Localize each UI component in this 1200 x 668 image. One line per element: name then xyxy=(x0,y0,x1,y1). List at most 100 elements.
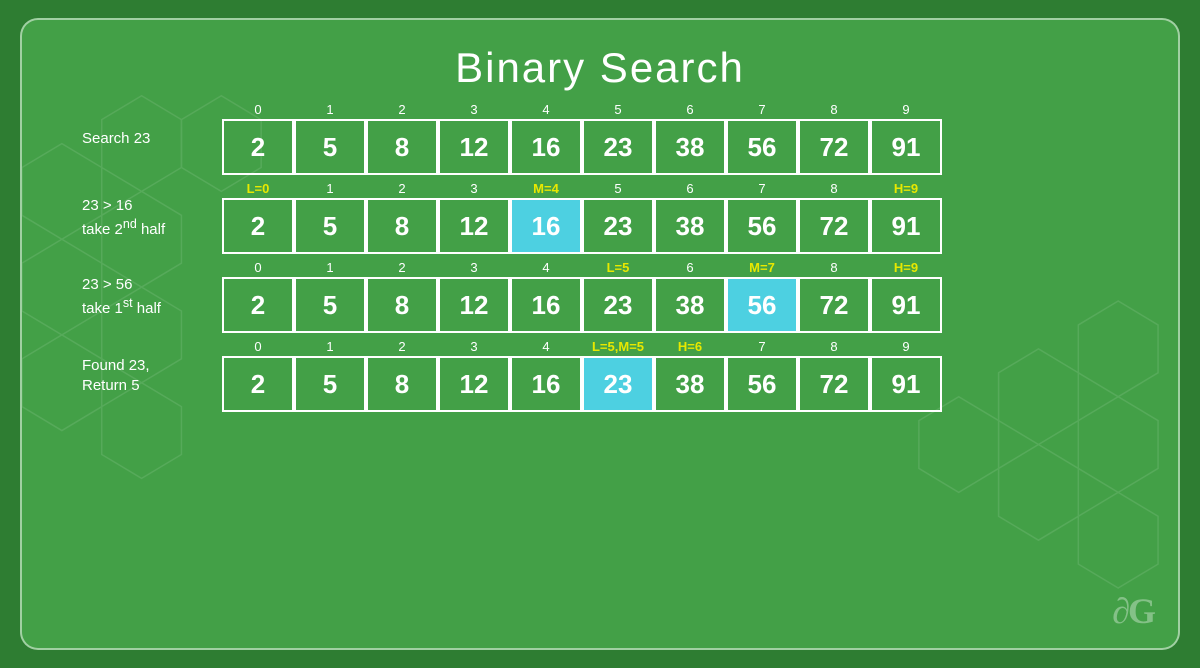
row-group-3: Found 23,Return 501234L=5,M=5H=678925812… xyxy=(82,339,1138,412)
value-cell-2-8: 72 xyxy=(798,277,870,333)
index-cell-3-2: 2 xyxy=(366,339,438,354)
index-cell-1-6: 6 xyxy=(654,181,726,196)
value-cell-1-7: 56 xyxy=(726,198,798,254)
row-group-1: 23 > 16take 2nd halfL=0123M=45678H=92581… xyxy=(82,181,1138,254)
value-cell-2-3: 12 xyxy=(438,277,510,333)
row-group-2: 23 > 56take 1st half01234L=56M=78H=92581… xyxy=(82,260,1138,333)
row-group-0: Search 23012345678925812162338567291 xyxy=(82,102,1138,175)
index-cell-3-3: 3 xyxy=(438,339,510,354)
row-label-2: 23 > 56take 1st half xyxy=(82,275,222,318)
index-cell-1-4: M=4 xyxy=(510,181,582,196)
cells-row-3: 25812162338567291 xyxy=(222,356,942,412)
index-cell-0-9: 9 xyxy=(870,102,942,117)
index-cell-3-0: 0 xyxy=(222,339,294,354)
index-cell-1-3: 3 xyxy=(438,181,510,196)
value-cell-1-9: 91 xyxy=(870,198,942,254)
value-cell-0-4: 16 xyxy=(510,119,582,175)
value-cell-3-1: 5 xyxy=(294,356,366,412)
value-cell-2-5: 23 xyxy=(582,277,654,333)
index-cell-3-1: 1 xyxy=(294,339,366,354)
row-label-0: Search 23 xyxy=(82,129,222,149)
index-cell-2-4: 4 xyxy=(510,260,582,275)
index-row-2: 01234L=56M=78H=9 xyxy=(222,260,942,275)
row-label-1: 23 > 16take 2nd half xyxy=(82,196,222,239)
value-cell-3-6: 38 xyxy=(654,356,726,412)
cells-row-0: 25812162338567291 xyxy=(222,119,942,175)
index-cell-2-7: M=7 xyxy=(726,260,798,275)
index-cell-0-0: 0 xyxy=(222,102,294,117)
value-cell-2-4: 16 xyxy=(510,277,582,333)
value-cell-0-7: 56 xyxy=(726,119,798,175)
index-row-1: L=0123M=45678H=9 xyxy=(222,181,942,196)
index-cell-2-2: 2 xyxy=(366,260,438,275)
index-cell-2-1: 1 xyxy=(294,260,366,275)
index-cell-2-3: 3 xyxy=(438,260,510,275)
value-cell-0-1: 5 xyxy=(294,119,366,175)
value-cell-2-0: 2 xyxy=(222,277,294,333)
index-cell-1-2: 2 xyxy=(366,181,438,196)
index-cell-1-8: 8 xyxy=(798,181,870,196)
value-cell-1-3: 12 xyxy=(438,198,510,254)
row-label-3: Found 23,Return 5 xyxy=(82,356,222,395)
value-cell-2-9: 91 xyxy=(870,277,942,333)
array-container-2: 01234L=56M=78H=925812162338567291 xyxy=(222,260,942,333)
value-cell-0-3: 12 xyxy=(438,119,510,175)
index-cell-1-7: 7 xyxy=(726,181,798,196)
index-cell-0-4: 4 xyxy=(510,102,582,117)
index-cell-0-1: 1 xyxy=(294,102,366,117)
index-cell-0-7: 7 xyxy=(726,102,798,117)
card: Binary Search Search 2301234567892581216… xyxy=(20,18,1180,650)
value-cell-3-9: 91 xyxy=(870,356,942,412)
value-cell-3-7: 56 xyxy=(726,356,798,412)
index-cell-3-8: 8 xyxy=(798,339,870,354)
value-cell-2-6: 38 xyxy=(654,277,726,333)
value-cell-1-6: 38 xyxy=(654,198,726,254)
value-cell-1-0: 2 xyxy=(222,198,294,254)
index-cell-2-8: 8 xyxy=(798,260,870,275)
value-cell-0-5: 23 xyxy=(582,119,654,175)
array-container-0: 012345678925812162338567291 xyxy=(222,102,942,175)
value-cell-1-4: 16 xyxy=(510,198,582,254)
index-cell-0-8: 8 xyxy=(798,102,870,117)
value-cell-0-9: 91 xyxy=(870,119,942,175)
index-cell-3-4: 4 xyxy=(510,339,582,354)
index-cell-3-9: 9 xyxy=(870,339,942,354)
value-cell-0-2: 8 xyxy=(366,119,438,175)
value-cell-0-8: 72 xyxy=(798,119,870,175)
index-cell-3-7: 7 xyxy=(726,339,798,354)
value-cell-2-2: 8 xyxy=(366,277,438,333)
value-cell-2-1: 5 xyxy=(294,277,366,333)
index-cell-0-2: 2 xyxy=(366,102,438,117)
value-cell-0-0: 2 xyxy=(222,119,294,175)
index-cell-2-0: 0 xyxy=(222,260,294,275)
index-cell-1-5: 5 xyxy=(582,181,654,196)
logo-icon: ∂G xyxy=(1112,590,1154,632)
value-cell-3-5: 23 xyxy=(582,356,654,412)
index-cell-2-6: 6 xyxy=(654,260,726,275)
index-cell-1-0: L=0 xyxy=(222,181,294,196)
value-cell-2-7: 56 xyxy=(726,277,798,333)
content-area: Search 2301234567892581216233856729123 >… xyxy=(22,102,1178,414)
index-cell-1-9: H=9 xyxy=(870,181,942,196)
index-cell-3-6: H=6 xyxy=(654,339,726,354)
value-cell-3-0: 2 xyxy=(222,356,294,412)
value-cell-0-6: 38 xyxy=(654,119,726,175)
value-cell-3-2: 8 xyxy=(366,356,438,412)
value-cell-3-4: 16 xyxy=(510,356,582,412)
cells-row-2: 25812162338567291 xyxy=(222,277,942,333)
value-cell-1-2: 8 xyxy=(366,198,438,254)
index-cell-3-5: L=5,M=5 xyxy=(582,339,654,354)
main-title: Binary Search xyxy=(455,44,745,92)
value-cell-3-8: 72 xyxy=(798,356,870,412)
index-cell-2-5: L=5 xyxy=(582,260,654,275)
value-cell-1-1: 5 xyxy=(294,198,366,254)
value-cell-1-8: 72 xyxy=(798,198,870,254)
array-container-3: 01234L=5,M=5H=678925812162338567291 xyxy=(222,339,942,412)
value-cell-3-3: 12 xyxy=(438,356,510,412)
index-cell-1-1: 1 xyxy=(294,181,366,196)
array-container-1: L=0123M=45678H=925812162338567291 xyxy=(222,181,942,254)
index-cell-0-5: 5 xyxy=(582,102,654,117)
index-row-0: 0123456789 xyxy=(222,102,942,117)
index-cell-0-6: 6 xyxy=(654,102,726,117)
index-cell-2-9: H=9 xyxy=(870,260,942,275)
